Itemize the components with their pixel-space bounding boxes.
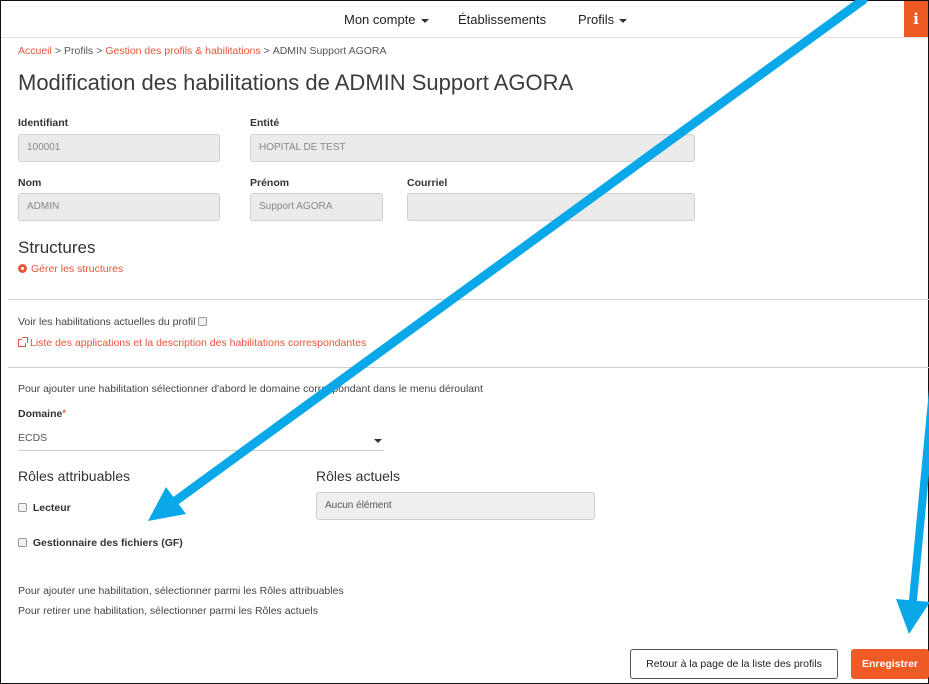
current-roles-list: Aucun élément	[316, 492, 595, 520]
email-field	[407, 193, 695, 221]
show-current-checkbox[interactable]	[198, 317, 208, 326]
nav-my-account-label: Mon compte	[344, 12, 416, 27]
entity-label: Entité	[250, 117, 280, 129]
manage-structures-link[interactable]: Gérer les structures	[18, 263, 123, 275]
first-name-label: Prénom	[250, 177, 290, 189]
info-button[interactable]: i	[904, 1, 928, 37]
breadcrumb-profiles: Profils	[64, 45, 94, 57]
info-icon: i	[913, 10, 919, 28]
chevron-down-icon	[374, 439, 382, 443]
email-label: Courriel	[407, 177, 448, 189]
show-current-habilitations[interactable]: Voir les habilitations actuelles du prof…	[18, 316, 208, 328]
entity-field: HOPITAL DE TEST	[250, 134, 695, 162]
nav-my-account[interactable]: Mon compte	[344, 12, 429, 27]
chevron-down-icon	[420, 18, 429, 23]
back-to-profiles-button[interactable]: Retour à la page de la liste des profils	[630, 649, 838, 679]
manage-structures-label: Gérer les structures	[31, 263, 124, 275]
nav-establishments[interactable]: Établissements	[458, 12, 546, 27]
role-label: Lecteur	[32, 502, 71, 514]
identifier-field: 100001	[18, 134, 220, 162]
gear-icon	[18, 264, 27, 273]
breadcrumb-separator: >	[96, 45, 103, 57]
domain-label: Domaine*	[18, 408, 66, 420]
structures-title: Structures	[18, 238, 96, 257]
role-label: Gestionnaire des fichiers (GF)	[32, 537, 183, 549]
breadcrumb-home[interactable]: Accueil	[18, 45, 52, 57]
last-name-field: ADMIN	[18, 193, 220, 221]
role-checkbox[interactable]	[18, 538, 27, 547]
role-option-file-manager[interactable]: Gestionnaire des fichiers (GF)	[18, 537, 183, 549]
identifier-label: Identifiant	[18, 117, 69, 129]
domain-label-text: Domaine	[18, 408, 63, 420]
domain-instruction: Pour ajouter une habilitation sélectionn…	[18, 383, 483, 395]
current-roles-title: Rôles actuels	[316, 468, 401, 484]
applications-list-label: Liste des applications et la description…	[30, 337, 367, 349]
last-name-label: Nom	[18, 177, 42, 189]
help-remove: Pour retirer une habilitation, sélection…	[18, 605, 318, 617]
save-button[interactable]: Enregistrer	[851, 649, 929, 679]
help-add: Pour ajouter une habilitation, sélection…	[18, 585, 344, 597]
nav-profiles[interactable]: Profils	[578, 12, 628, 27]
show-current-label: Voir les habilitations actuelles du prof…	[18, 316, 196, 328]
required-mark: *	[62, 408, 66, 418]
breadcrumb-current: ADMIN Support AGORA	[272, 45, 387, 57]
nav-profiles-label: Profils	[578, 12, 615, 27]
divider	[8, 299, 929, 300]
first-name-field: Support AGORA	[250, 193, 383, 221]
applications-list-link[interactable]: Liste des applications et la description…	[18, 337, 366, 349]
top-navbar: Mon compte Établissements Profils i	[1, 1, 928, 38]
domain-selected-value: ECDS	[18, 432, 48, 444]
breadcrumb-separator: >	[263, 45, 270, 57]
role-option-reader[interactable]: Lecteur	[18, 502, 71, 514]
assignable-roles-title: Rôles attribuables	[18, 468, 131, 484]
external-link-icon	[18, 337, 28, 347]
role-checkbox[interactable]	[18, 503, 27, 512]
breadcrumb: Accueil > Profils > Gestion des profils & ha…	[18, 45, 387, 57]
divider	[8, 367, 929, 368]
domain-select[interactable]: ECDS	[18, 428, 384, 451]
breadcrumb-separator: >	[54, 45, 61, 57]
page-title: Modification des habilitations de ADMIN …	[18, 70, 574, 95]
chevron-down-icon	[619, 18, 628, 23]
breadcrumb-management[interactable]: Gestion des profils & habilitations	[105, 45, 260, 57]
